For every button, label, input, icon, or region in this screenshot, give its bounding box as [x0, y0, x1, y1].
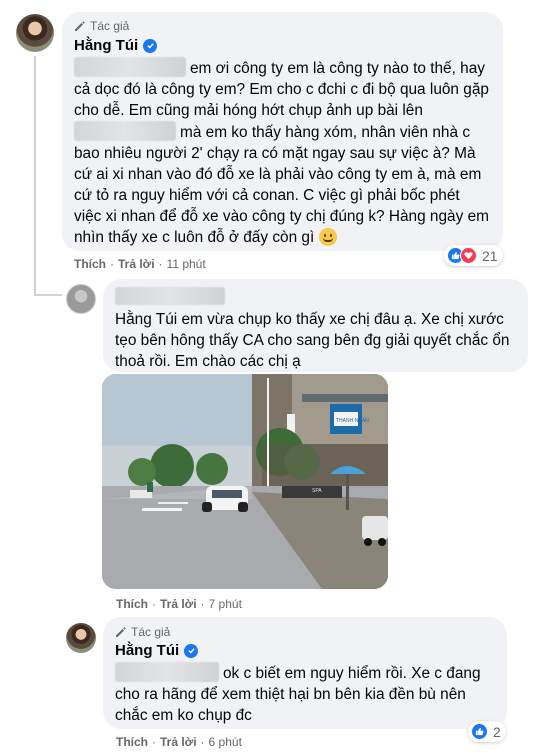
tagged-author[interactable]: Hằng Túi	[115, 311, 177, 328]
comment-text: em ơi công ty em là công ty nào to thế, …	[74, 57, 491, 248]
verified-badge-icon	[184, 643, 199, 658]
author-name[interactable]: Hằng Túi	[74, 37, 138, 54]
tagged-location-blurred	[74, 121, 176, 141]
reaction-count: 2	[493, 723, 501, 740]
like-button[interactable]: Thích	[116, 735, 148, 749]
tagged-name-blurred[interactable]	[74, 57, 186, 77]
love-reaction-icon	[460, 247, 477, 264]
author-badge: Tác giả	[74, 19, 491, 33]
storefront-text: SPA	[312, 488, 322, 494]
pencil-icon	[116, 627, 126, 637]
reaction-summary[interactable]: 21	[444, 245, 503, 266]
reaction-count: 21	[482, 247, 498, 264]
comment-actions: Thích · Trả lời · 11 phút	[74, 257, 206, 271]
comment-time[interactable]: 7 phút	[209, 597, 242, 611]
reply-actions: Thích · Trả lời · 6 phút	[116, 735, 242, 749]
reply-bubble: Tác giả Hằng Túi ok c biết em nguy hiểm …	[103, 617, 507, 729]
reply-actions: Thích · Trả lời · 7 phút	[116, 597, 242, 611]
like-button[interactable]: Thích	[116, 597, 148, 611]
reply-bubble: Hằng Túi em vừa chụp ko thấy xe chị đâu …	[103, 279, 528, 372]
author-avatar[interactable]	[66, 623, 96, 653]
reaction-summary[interactable]: 2	[468, 721, 506, 742]
reply-text	[115, 287, 516, 308]
author-badge-label: Tác giả	[131, 625, 171, 639]
reply-text: ok c biết em nguy hiểm rồi. Xe c đang ch…	[115, 662, 495, 726]
like-reaction-icon	[471, 723, 488, 740]
reply-button[interactable]: Trả lời	[118, 257, 155, 271]
author-avatar[interactable]	[16, 14, 54, 52]
reply-button[interactable]: Trả lời	[160, 597, 197, 611]
shop-sign-text: THANH NHÀN	[336, 417, 369, 424]
tagged-name-blurred[interactable]	[115, 662, 219, 682]
commenter-name-blurred[interactable]	[115, 287, 225, 305]
verified-badge-icon	[143, 38, 158, 53]
comment-time[interactable]: 6 phút	[209, 735, 242, 749]
smile-emoji-icon	[318, 228, 337, 246]
author-badge-label: Tác giả	[90, 19, 130, 33]
comment-time[interactable]: 11 phút	[167, 257, 206, 271]
reply-button[interactable]: Trả lời	[160, 735, 197, 749]
comment-bubble: Tác giả Hằng Túi em ơi công ty em là côn…	[62, 12, 503, 251]
author-name[interactable]: Hằng Túi	[115, 642, 179, 659]
thread-line	[34, 56, 36, 296]
author-badge: Tác giả	[115, 625, 495, 639]
street-photo: THANH NHÀN SPA	[102, 374, 388, 589]
thread-line	[34, 294, 62, 296]
attached-photo[interactable]: THANH NHÀN SPA	[102, 374, 388, 589]
commenter-avatar[interactable]	[66, 284, 96, 314]
pencil-icon	[75, 21, 85, 31]
like-button[interactable]: Thích	[74, 257, 106, 271]
